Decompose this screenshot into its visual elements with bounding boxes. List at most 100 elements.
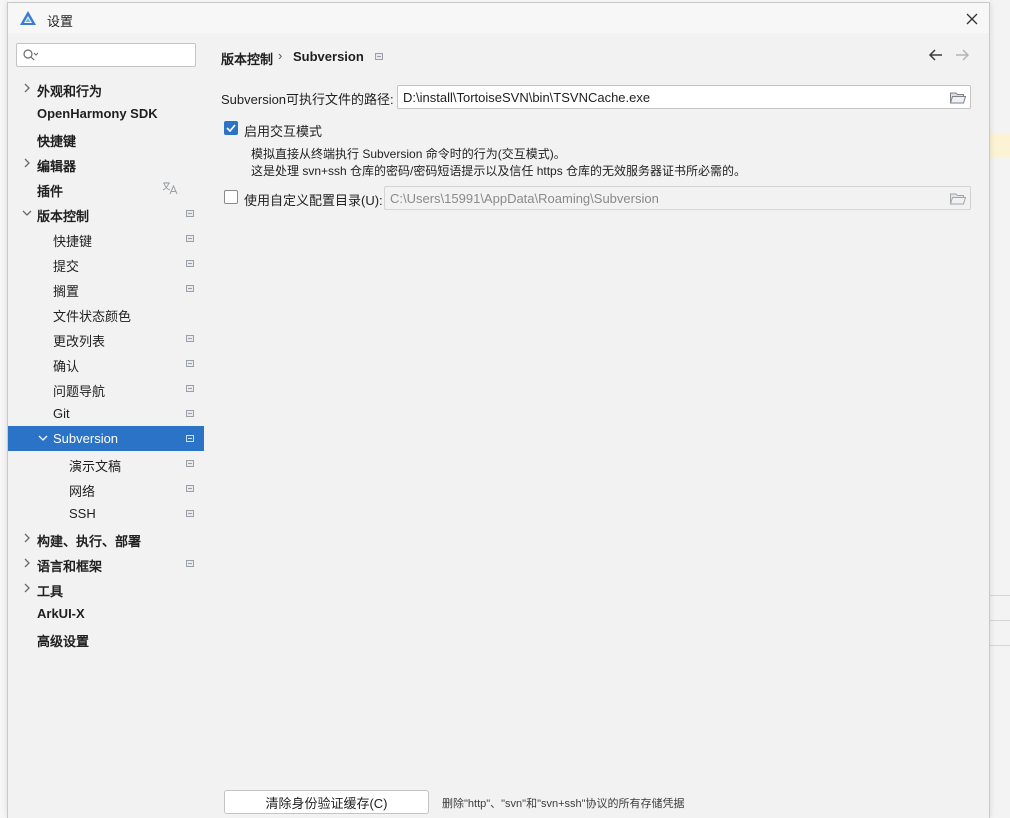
sidebar-item[interactable]: Subversion <box>8 426 204 451</box>
chevron-right-icon[interactable] <box>22 558 32 568</box>
sidebar-item-label: OpenHarmony SDK <box>37 106 158 121</box>
translate-icon <box>162 182 178 195</box>
sidebar-item[interactable]: 演示文稿 <box>8 451 204 476</box>
sidebar-item[interactable]: 编辑器 <box>8 151 204 176</box>
project-settings-icon <box>186 285 194 292</box>
clear-auth-cache-button[interactable]: 清除身份验证缓存(C) <box>224 790 429 814</box>
checkmark-icon <box>226 124 236 133</box>
sidebar-item[interactable]: 构建、执行、部署 <box>8 526 204 551</box>
project-settings-icon <box>186 485 194 492</box>
sidebar-item[interactable]: 确认 <box>8 351 204 376</box>
project-settings-icon <box>186 335 194 342</box>
sidebar-item-label: 更改列表 <box>53 334 106 349</box>
chevron-down-icon[interactable] <box>38 433 48 443</box>
interactive-mode-description: 模拟直接从终端执行 Subversion 命令时的行为(交互模式)。 <box>251 147 566 161</box>
custom-config-field <box>384 186 971 210</box>
project-settings-icon <box>186 410 194 417</box>
custom-config-input <box>390 190 940 206</box>
sidebar-item-label: 搁置 <box>53 284 80 299</box>
folder-icon <box>950 193 966 205</box>
project-settings-icon <box>186 235 194 242</box>
settings-search[interactable] <box>16 43 196 67</box>
custom-config-checkbox[interactable] <box>224 190 238 204</box>
sidebar-item-label: 文件状态颜色 <box>53 309 132 324</box>
window-title: 设置 <box>47 14 74 29</box>
search-icon <box>23 49 38 61</box>
sidebar-item-label: 插件 <box>37 184 64 199</box>
title-bar: 设置 <box>8 3 989 33</box>
sidebar-item-label: 工具 <box>37 584 64 599</box>
sidebar-item[interactable]: ArkUI-X <box>8 601 204 626</box>
arrow-left-icon[interactable] <box>928 47 944 63</box>
sidebar-item-label: SSH <box>69 506 96 521</box>
settings-dialog: 设置 外观和行为 OpenHarmony SDK 快捷键 编辑器 插件 版本控制 快捷键 提交… <box>7 2 990 818</box>
arrow-right-icon[interactable] <box>954 47 970 63</box>
sidebar-item[interactable]: 插件 <box>8 176 204 201</box>
sidebar-item[interactable]: 外观和行为 <box>8 76 204 101</box>
sidebar-item[interactable]: OpenHarmony SDK <box>8 101 204 126</box>
sidebar-item-label: 提交 <box>53 259 80 274</box>
project-settings-icon <box>186 510 194 517</box>
chevron-right-icon[interactable] <box>22 158 32 168</box>
interactive-mode-checkbox[interactable] <box>224 121 238 135</box>
sidebar-item-label: 语言和框架 <box>37 559 103 574</box>
settings-tree: 外观和行为 OpenHarmony SDK 快捷键 编辑器 插件 版本控制 快捷键 提交 搁置文… <box>8 76 204 651</box>
background-highlight <box>990 134 1010 158</box>
interactive-mode-label[interactable]: 启用交互模式 <box>244 121 322 140</box>
custom-config-label[interactable]: 使用自定义配置目录(U): <box>244 190 383 209</box>
exe-path-field[interactable] <box>397 85 971 109</box>
sidebar-item-label: 编辑器 <box>37 159 77 174</box>
chevron-right-icon[interactable] <box>22 533 32 543</box>
sidebar-item-label: 高级设置 <box>37 634 90 649</box>
deveco-logo-icon <box>20 11 36 25</box>
project-settings-icon <box>186 385 194 392</box>
sidebar-item[interactable]: 搁置 <box>8 276 204 301</box>
sidebar-item[interactable]: 语言和框架 <box>8 551 204 576</box>
sidebar-item[interactable]: 问题导航 <box>8 376 204 401</box>
sidebar-item-label: 快捷键 <box>37 134 77 149</box>
project-settings-icon <box>375 53 383 60</box>
breadcrumb-parent[interactable]: 版本控制 <box>221 49 273 68</box>
sidebar-item[interactable]: 更改列表 <box>8 326 204 351</box>
chevron-right-icon[interactable] <box>22 83 32 93</box>
sidebar-item-label: ArkUI-X <box>37 606 85 621</box>
search-input[interactable] <box>41 47 191 63</box>
sidebar-item[interactable]: 版本控制 <box>8 201 204 226</box>
close-button[interactable] <box>958 7 986 31</box>
clear-auth-cache-note: 删除"http"、"svn"和"svn+ssh"协议的所有存储凭据 <box>442 798 685 810</box>
project-settings-icon <box>186 360 194 367</box>
sidebar-item-label: 版本控制 <box>37 209 90 224</box>
project-settings-icon <box>186 435 194 442</box>
folder-icon[interactable] <box>950 91 966 104</box>
close-icon <box>966 13 978 25</box>
project-settings-icon <box>186 210 194 217</box>
interactive-mode-description: 这是处理 svn+ssh 仓库的密码/密码短语提示以及信任 https 仓库的无… <box>251 164 747 178</box>
sidebar-item[interactable]: 快捷键 <box>8 226 204 251</box>
project-settings-icon <box>186 260 194 267</box>
sidebar-item[interactable]: 网络 <box>8 476 204 501</box>
sidebar-item[interactable]: Git <box>8 401 204 426</box>
breadcrumb-current: Subversion <box>293 49 364 64</box>
breadcrumb-separator: › <box>278 48 283 63</box>
sidebar-item[interactable]: 快捷键 <box>8 126 204 151</box>
settings-sidebar: 外观和行为 OpenHarmony SDK 快捷键 编辑器 插件 版本控制 快捷键 提交 搁置文… <box>8 33 204 818</box>
project-settings-icon <box>186 560 194 567</box>
chevron-right-icon[interactable] <box>22 583 32 593</box>
exe-path-label: Subversion可执行文件的路径: <box>221 92 394 107</box>
background-divider <box>990 595 1010 596</box>
sidebar-item-label: Git <box>53 406 70 421</box>
chevron-down-icon[interactable] <box>22 208 32 218</box>
sidebar-item[interactable]: 高级设置 <box>8 626 204 651</box>
sidebar-item[interactable]: SSH <box>8 501 204 526</box>
settings-content: 版本控制 › Subversion Subversion可执行文件的路径: 启用… <box>204 33 989 818</box>
exe-path-input[interactable] <box>403 89 943 105</box>
sidebar-item-label: 确认 <box>53 359 80 374</box>
sidebar-item[interactable]: 工具 <box>8 576 204 601</box>
sidebar-item-label: 演示文稿 <box>69 459 122 474</box>
sidebar-item[interactable]: 提交 <box>8 251 204 276</box>
sidebar-item-label: Subversion <box>53 431 119 446</box>
background-divider <box>990 620 1010 621</box>
sidebar-item-label: 网络 <box>69 484 96 499</box>
background-editor-right <box>990 0 1010 818</box>
sidebar-item[interactable]: 文件状态颜色 <box>8 301 204 326</box>
